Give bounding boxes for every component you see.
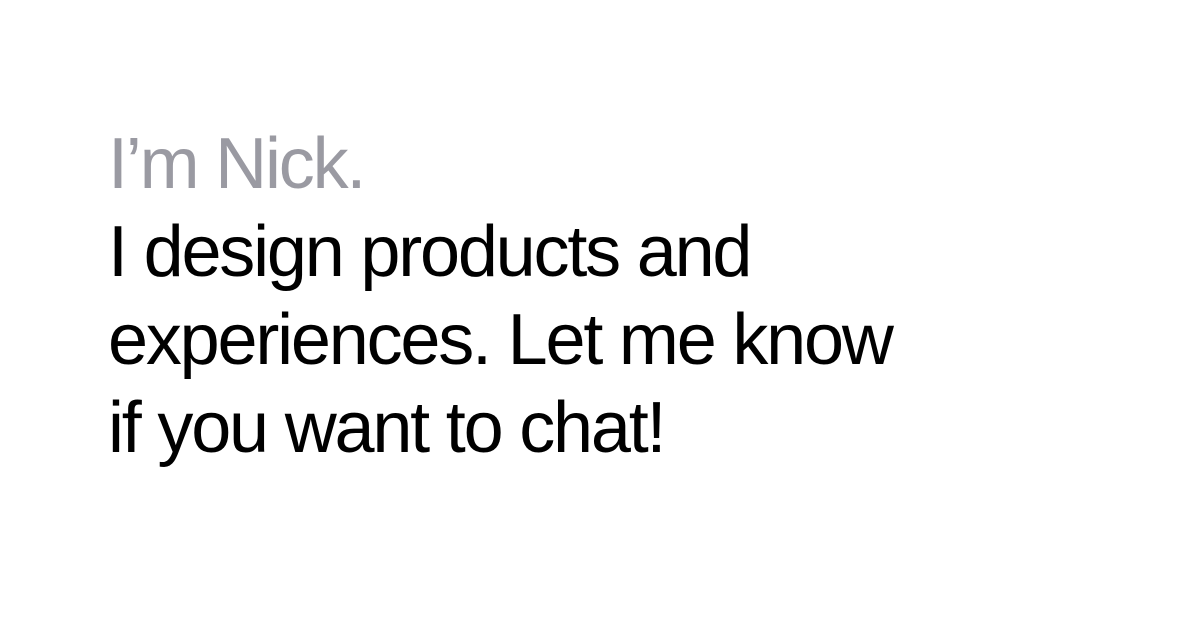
tagline-line-1: I design products and bbox=[108, 212, 752, 292]
hero-text-block: I’m Nick. I design products and experien… bbox=[108, 120, 1108, 472]
social-card: I’m Nick. I design products and experien… bbox=[0, 0, 1200, 627]
tagline-line-3: if you want to chat! bbox=[108, 388, 667, 468]
tagline-line-2: experiences. Let me know bbox=[108, 300, 894, 380]
tagline: I design products and experiences. Let m… bbox=[108, 208, 1108, 472]
greeting-heading: I’m Nick. bbox=[108, 124, 366, 204]
